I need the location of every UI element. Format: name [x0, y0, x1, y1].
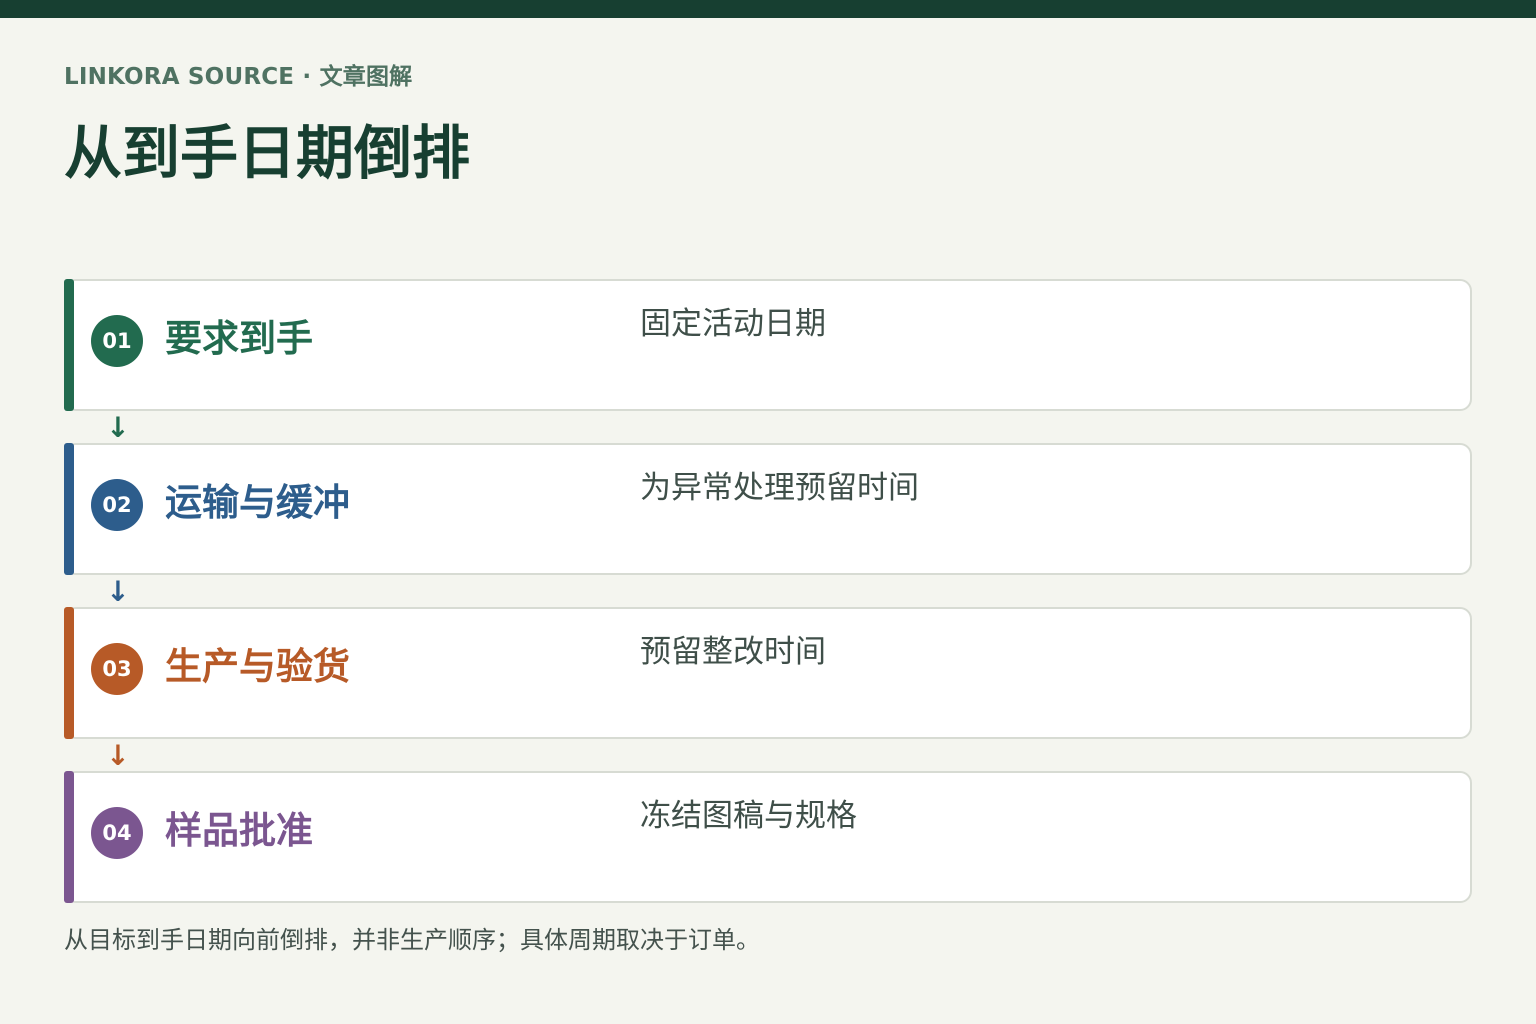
page-title: 从到手日期倒排 — [64, 119, 471, 187]
step-card-01: 01 要求到手 固定活动日期 ↓ — [64, 279, 1472, 443]
step-description: 冻结图稿与规格 — [640, 798, 857, 834]
step-number-badge: 02 — [91, 479, 143, 531]
step-card-04: 04 样品批准 冻结图稿与规格 — [64, 771, 1472, 903]
step-number-badge: 03 — [91, 643, 143, 695]
step-description: 预留整改时间 — [640, 634, 826, 670]
step-description: 固定活动日期 — [640, 306, 826, 342]
footnote: 从目标到手日期向前倒排，并非生产顺序；具体周期取决于订单。 — [64, 926, 760, 954]
step-title: 要求到手 — [165, 317, 313, 360]
down-arrow-icon: ↓ — [106, 739, 130, 772]
step-description: 为异常处理预留时间 — [640, 470, 919, 506]
step-accent-bar — [64, 279, 74, 411]
step-title: 运输与缓冲 — [165, 481, 350, 524]
down-arrow-icon: ↓ — [106, 575, 130, 608]
kicker-label: LINKORA SOURCE · 文章图解 — [64, 64, 413, 90]
step-accent-bar — [64, 771, 74, 903]
step-number-badge: 04 — [91, 807, 143, 859]
step-number-badge: 01 — [91, 315, 143, 367]
down-arrow-icon: ↓ — [106, 411, 130, 444]
timeline-steps: 01 要求到手 固定活动日期 ↓ 02 运输与缓冲 为异常处理预留时间 ↓ 03… — [64, 279, 1472, 903]
top-accent-bar — [0, 0, 1536, 18]
step-accent-bar — [64, 443, 74, 575]
step-title: 样品批准 — [165, 809, 313, 852]
step-accent-bar — [64, 607, 74, 739]
step-title: 生产与验货 — [165, 645, 350, 688]
step-card-03: 03 生产与验货 预留整改时间 ↓ — [64, 607, 1472, 771]
step-card-02: 02 运输与缓冲 为异常处理预留时间 ↓ — [64, 443, 1472, 607]
